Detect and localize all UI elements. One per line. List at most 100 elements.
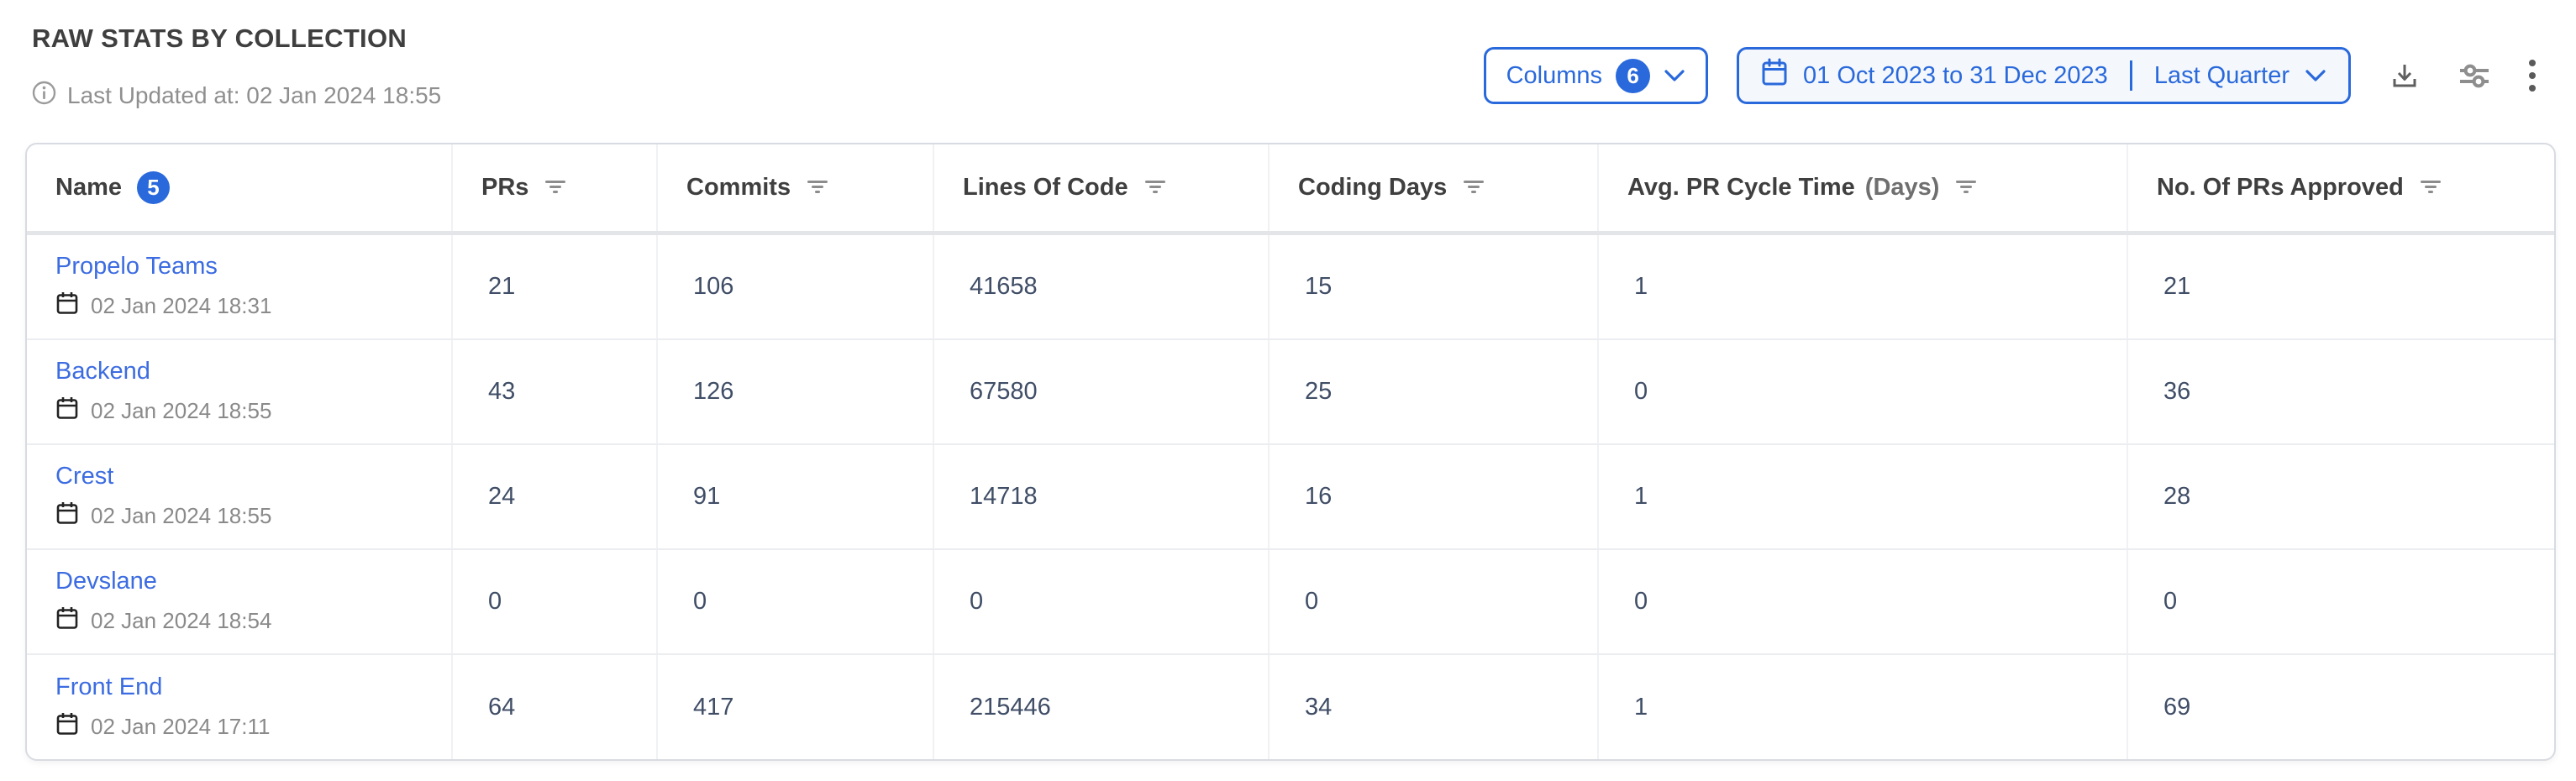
commits-cell: 106: [658, 235, 934, 338]
prs-cell: 0: [453, 550, 658, 653]
table-row: Backend 02 Jan 2024 18:55 43 126 67580 2…: [27, 340, 2554, 445]
column-header-name[interactable]: Name 5: [27, 144, 453, 231]
column-label-suffix: (Days): [1865, 174, 1940, 202]
chevron-down-icon: [2305, 62, 2326, 90]
date-preset-label[interactable]: Last Quarter: [2154, 62, 2289, 90]
page-header: RAW STATS BY COLLECTION Last Updated at:…: [32, 24, 441, 111]
prs-cell: 43: [453, 340, 658, 443]
last-updated-text: Last Updated at: 02 Jan 2024 18:55: [67, 82, 441, 109]
lines-of-code-cell: 41658: [934, 235, 1270, 338]
collection-name-cell: Backend 02 Jan 2024 18:55: [27, 340, 453, 443]
commits-cell: 0: [658, 550, 934, 653]
filter-icon[interactable]: [1462, 173, 1485, 203]
toolbar: Columns 6 01 Oct 2023 to 31 Dec 2023 Las…: [1484, 47, 2537, 104]
coding-days-cell: 16: [1270, 445, 1599, 548]
toolbar-icon-group: [2388, 58, 2537, 93]
column-header-commits[interactable]: Commits: [658, 144, 934, 231]
prs-cell: 24: [453, 445, 658, 548]
row-updated-text: 02 Jan 2024 18:31: [91, 293, 271, 319]
column-label: PRs: [481, 174, 528, 202]
commits-cell: 126: [658, 340, 934, 443]
date-range-picker[interactable]: 01 Oct 2023 to 31 Dec 2023 Last Quarter: [1737, 47, 2351, 104]
filter-icon[interactable]: [544, 173, 567, 203]
table-header-row: Name 5 PRs Commits Lines Of Code Coding …: [27, 144, 2554, 235]
collection-link[interactable]: Propelo Teams: [55, 253, 218, 280]
commits-cell: 417: [658, 655, 934, 760]
calendar-icon: [55, 396, 79, 427]
info-icon: [32, 81, 56, 111]
column-header-lines-of-code[interactable]: Lines Of Code: [934, 144, 1270, 231]
collection-name-cell: Devslane 02 Jan 2024 18:54: [27, 550, 453, 653]
row-updated: 02 Jan 2024 17:11: [55, 711, 270, 742]
lines-of-code-cell: 67580: [934, 340, 1270, 443]
column-label: Lines Of Code: [963, 174, 1128, 202]
column-header-prs-approved[interactable]: No. Of PRs Approved: [2128, 144, 2554, 231]
column-label: Commits: [686, 174, 791, 202]
collection-name-cell: Front End 02 Jan 2024 17:11: [27, 655, 453, 760]
prs-approved-cell: 0: [2128, 550, 2554, 653]
last-updated-line: Last Updated at: 02 Jan 2024 18:55: [32, 81, 441, 111]
name-count-badge: 5: [137, 171, 170, 204]
row-updated: 02 Jan 2024 18:54: [55, 605, 271, 637]
kebab-menu-icon[interactable]: [2527, 58, 2537, 93]
collection-link[interactable]: Crest: [55, 463, 113, 490]
chevron-down-icon: [1664, 62, 1685, 90]
filter-icon[interactable]: [1954, 173, 1978, 203]
collection-link[interactable]: Devslane: [55, 568, 157, 595]
table-row: Crest 02 Jan 2024 18:55 24 91 14718 16 1…: [27, 445, 2554, 550]
avg-pr-cycle-cell: 1: [1599, 235, 2128, 338]
avg-pr-cycle-cell: 0: [1599, 550, 2128, 653]
coding-days-cell: 15: [1270, 235, 1599, 338]
date-picker-divider: [2130, 60, 2132, 91]
prs-approved-cell: 69: [2128, 655, 2554, 760]
prs-approved-cell: 21: [2128, 235, 2554, 338]
prs-approved-cell: 36: [2128, 340, 2554, 443]
row-updated-text: 02 Jan 2024 18:55: [91, 398, 271, 424]
filter-icon[interactable]: [2419, 173, 2442, 203]
calendar-icon: [55, 501, 79, 532]
collection-link[interactable]: Front End: [55, 674, 162, 701]
avg-pr-cycle-cell: 1: [1599, 445, 2128, 548]
column-label: Coding Days: [1298, 174, 1447, 202]
lines-of-code-cell: 14718: [934, 445, 1270, 548]
column-label: Avg. PR Cycle Time: [1627, 174, 1855, 202]
calendar-icon: [55, 711, 79, 742]
coding-days-cell: 25: [1270, 340, 1599, 443]
download-icon[interactable]: [2388, 59, 2421, 92]
row-updated: 02 Jan 2024 18:31: [55, 291, 271, 322]
filter-icon[interactable]: [806, 173, 829, 203]
table-row: Propelo Teams 02 Jan 2024 18:31 21 106 4…: [27, 235, 2554, 340]
stats-table: Name 5 PRs Commits Lines Of Code Coding …: [25, 143, 2556, 761]
row-updated-text: 02 Jan 2024 18:54: [91, 608, 271, 634]
column-header-avg-pr-cycle-time[interactable]: Avg. PR Cycle Time (Days): [1599, 144, 2128, 231]
sliders-icon[interactable]: [2457, 59, 2492, 92]
table-row: Devslane 02 Jan 2024 18:54 0 0 0 0 0 0: [27, 550, 2554, 655]
row-updated-text: 02 Jan 2024 17:11: [91, 714, 270, 740]
date-range-text: 01 Oct 2023 to 31 Dec 2023: [1803, 62, 2108, 90]
row-updated: 02 Jan 2024 18:55: [55, 396, 271, 427]
prs-cell: 64: [453, 655, 658, 760]
collection-link[interactable]: Backend: [55, 358, 150, 385]
column-label: No. Of PRs Approved: [2157, 174, 2404, 202]
column-header-coding-days[interactable]: Coding Days: [1270, 144, 1599, 231]
filter-icon[interactable]: [1143, 173, 1167, 203]
calendar-icon: [55, 605, 79, 637]
columns-count-badge: 6: [1616, 59, 1650, 93]
coding-days-cell: 34: [1270, 655, 1599, 760]
coding-days-cell: 0: [1270, 550, 1599, 653]
prs-approved-cell: 28: [2128, 445, 2554, 548]
row-updated-text: 02 Jan 2024 18:55: [91, 503, 271, 529]
commits-cell: 91: [658, 445, 934, 548]
columns-button-label: Columns: [1506, 62, 1602, 90]
collection-name-cell: Propelo Teams 02 Jan 2024 18:31: [27, 235, 453, 338]
lines-of-code-cell: 215446: [934, 655, 1270, 760]
row-updated: 02 Jan 2024 18:55: [55, 501, 271, 532]
calendar-icon: [55, 291, 79, 322]
columns-dropdown-button[interactable]: Columns 6: [1484, 47, 1708, 104]
prs-cell: 21: [453, 235, 658, 338]
collection-name-cell: Crest 02 Jan 2024 18:55: [27, 445, 453, 548]
lines-of-code-cell: 0: [934, 550, 1270, 653]
page-title: RAW STATS BY COLLECTION: [32, 24, 441, 54]
avg-pr-cycle-cell: 0: [1599, 340, 2128, 443]
column-header-prs[interactable]: PRs: [453, 144, 658, 231]
